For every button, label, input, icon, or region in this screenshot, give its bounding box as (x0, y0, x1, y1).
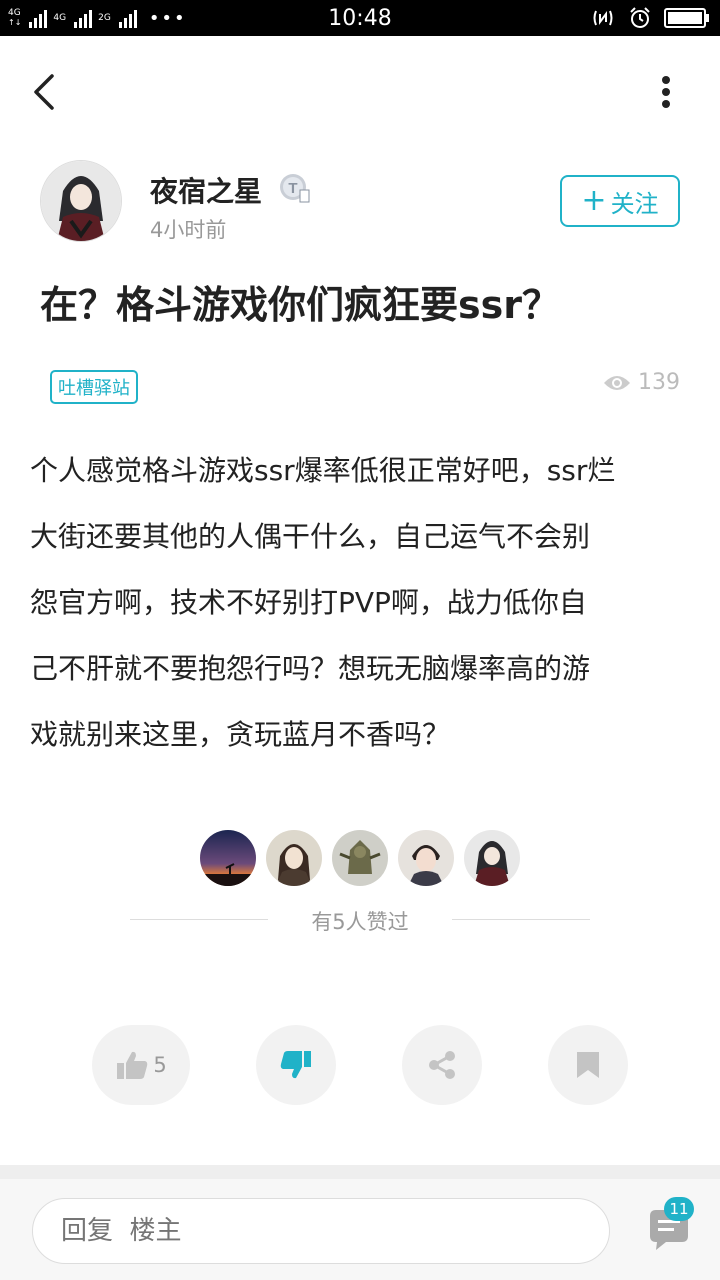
topic-tag[interactable]: 吐槽驿站 (50, 370, 138, 404)
nfc-icon (593, 10, 613, 26)
network-label-2: 4G (53, 12, 67, 23)
thumbs-down-icon (280, 1051, 311, 1079)
back-button[interactable] (26, 72, 66, 112)
battery-icon (664, 8, 709, 28)
post-title: 在？格斗游戏你们疯狂要ssr？ (40, 283, 560, 327)
likers-list[interactable] (200, 830, 520, 886)
network-label-3: 2G (98, 12, 111, 23)
more-notifications-icon: ••• (148, 7, 187, 29)
liker-avatar[interactable] (200, 830, 256, 886)
bookmark-icon (577, 1052, 599, 1078)
signal-bars-2 (74, 8, 93, 28)
post-body-line: 戏就别来这里，贪玩蓝月不香吗？ (30, 718, 451, 751)
share-icon (429, 1051, 455, 1079)
share-button[interactable] (402, 1025, 482, 1105)
follow-label: 关注 (610, 189, 659, 218)
signal-bars-1 (29, 8, 48, 28)
network-label-1: 4G (8, 8, 21, 18)
post-body: 个人感觉格斗游戏ssr爆率低很正常好吧，ssr烂 大街还要其他的人偶干什么，自己… (30, 438, 690, 768)
likes-summary: 有5人赞过 (311, 910, 409, 934)
author-name[interactable]: 夜宿之星 (150, 170, 262, 210)
liker-avatar[interactable] (398, 830, 454, 886)
bookmark-button[interactable] (548, 1025, 628, 1105)
status-bar: 4G ↑↓ 4G 2G ••• 10:48 (0, 0, 720, 36)
view-count: 139 (602, 370, 680, 395)
signal-bars-3 (118, 8, 137, 28)
svg-text:T: T (288, 180, 297, 197)
liker-avatar[interactable] (266, 830, 322, 886)
alarm-icon (630, 7, 650, 28)
follow-button[interactable]: + 关注 (560, 175, 680, 227)
liker-avatar[interactable] (464, 830, 520, 886)
post-body-line: 个人感觉格斗游戏ssr爆率低很正常好吧，ssr烂 (30, 454, 616, 487)
eye-icon (604, 375, 630, 390)
chevron-left-icon (34, 74, 54, 110)
author-avatar[interactable] (40, 160, 122, 242)
view-count-value: 139 (638, 370, 680, 395)
level-badge-icon: T (278, 172, 310, 204)
more-vertical-icon (662, 76, 670, 84)
post-time: 4小时前 (150, 218, 227, 242)
post-body-line: 怨官方啊，技术不好别打PVP啊，战力低你自 (30, 586, 587, 619)
dislike-button[interactable] (256, 1025, 336, 1105)
like-button[interactable]: 5 (92, 1025, 190, 1105)
post-body-line: 己不肝就不要抱怨行吗？想玩无脑爆率高的游 (30, 652, 591, 685)
more-options-button[interactable] (648, 70, 684, 114)
liker-avatar[interactable] (332, 830, 388, 886)
comment-count-badge: 11 (664, 1197, 694, 1221)
thumbs-up-icon (117, 1051, 148, 1079)
reply-input[interactable] (32, 1198, 610, 1264)
plus-icon: + (581, 183, 607, 218)
signal-indicators: 4G ↑↓ 4G 2G ••• (8, 7, 187, 29)
post-body-line: 大街还要其他的人偶干什么，自己运气不会别 (30, 520, 591, 553)
like-count: 5 (153, 1053, 167, 1077)
